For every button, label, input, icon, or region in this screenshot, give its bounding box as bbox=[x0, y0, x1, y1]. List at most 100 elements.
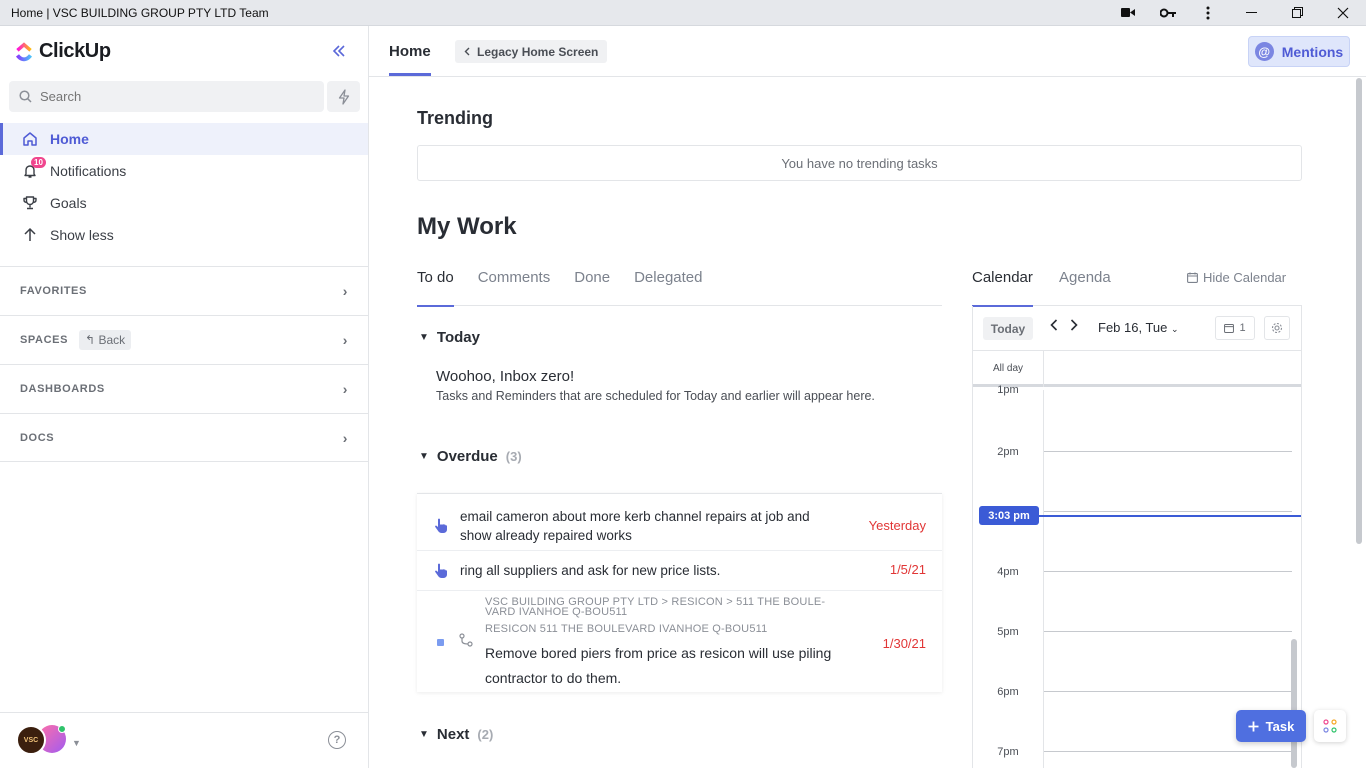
sidebar-section-docs[interactable]: DOCS › bbox=[0, 413, 368, 462]
apps-grid-icon bbox=[1323, 719, 1337, 733]
group-overdue-header[interactable]: ▼ Overdue (3) bbox=[419, 448, 522, 465]
new-task-label: Task bbox=[1265, 718, 1295, 734]
calendar-scrollbar[interactable] bbox=[1291, 639, 1297, 768]
main-scrollbar[interactable] bbox=[1356, 78, 1362, 544]
lightning-icon bbox=[338, 88, 349, 105]
task-due-date[interactable]: 1/5/21 bbox=[890, 562, 926, 577]
subtask-branch-icon bbox=[459, 633, 473, 652]
caret-down-icon: ▼ bbox=[419, 729, 429, 740]
hour-label: 5pm bbox=[997, 626, 1019, 638]
more-vertical-icon[interactable] bbox=[1188, 0, 1228, 26]
task-row[interactable]: ring all suppliers and ask for new price… bbox=[417, 550, 942, 590]
task-status-square[interactable] bbox=[437, 639, 444, 646]
overdue-task-list: email cameron about more kerb channel re… bbox=[417, 493, 942, 692]
top-bar: Home Legacy Home Screen @ Mentions bbox=[369, 26, 1366, 77]
caret-down-icon[interactable]: ▼ bbox=[72, 738, 81, 748]
tab-to-do[interactable]: To do bbox=[417, 269, 454, 307]
avatar-text: VSC bbox=[23, 736, 39, 744]
section-label: DOCS bbox=[20, 431, 55, 444]
tab-agenda[interactable]: Agenda bbox=[1059, 269, 1111, 306]
calendar-days-count: 1 bbox=[1239, 322, 1246, 334]
hour-label: 4pm bbox=[997, 566, 1019, 578]
caret-down-icon: ▼ bbox=[419, 451, 429, 462]
clickup-logo-icon bbox=[16, 41, 32, 61]
minimize-button[interactable] bbox=[1228, 0, 1274, 26]
home-tab[interactable]: Home bbox=[389, 43, 431, 60]
hour-label: 1pm bbox=[997, 384, 1019, 396]
key-icon[interactable] bbox=[1148, 0, 1188, 26]
legacy-home-button[interactable]: Legacy Home Screen bbox=[455, 40, 608, 63]
sidebar-section-dashboards[interactable]: DASHBOARDS › bbox=[0, 364, 368, 413]
caret-down-icon: ▼ bbox=[419, 332, 429, 343]
sidebar-section-favorites[interactable]: FAVORITES › bbox=[0, 266, 368, 315]
calendar-panel: Today Feb 16, Tue ⌄ 1 All day 1pm 2pm 4p… bbox=[972, 306, 1302, 768]
group-label: Overdue bbox=[436, 448, 498, 465]
calendar-date-picker[interactable]: Feb 16, Tue ⌄ bbox=[1098, 320, 1179, 335]
calendar-settings-button[interactable] bbox=[1264, 316, 1290, 340]
close-button[interactable] bbox=[1320, 0, 1366, 26]
group-today-header[interactable]: ▼ Today bbox=[419, 329, 480, 346]
all-day-row[interactable]: All day bbox=[973, 351, 1301, 387]
chevron-left-icon[interactable] bbox=[1050, 318, 1058, 334]
sidebar-item-show-less[interactable]: Show less bbox=[0, 219, 368, 251]
task-title-line2: contractor to do them. bbox=[485, 670, 622, 686]
group-count: (3) bbox=[505, 449, 522, 464]
hour-line bbox=[1044, 511, 1292, 512]
task-parent-name[interactable]: RESICON 511 THE BOULEVARD IVANHOE Q-BOU5… bbox=[485, 624, 767, 635]
my-work-title: My Work bbox=[417, 213, 517, 240]
reminder-hand-icon bbox=[434, 563, 448, 582]
trophy-icon bbox=[22, 195, 38, 211]
hide-calendar-button[interactable]: Hide Calendar bbox=[1187, 270, 1286, 285]
sidebar-item-label: Goals bbox=[50, 195, 87, 211]
task-row[interactable]: email cameron about more kerb channel re… bbox=[417, 504, 942, 550]
sidebar-item-notifications[interactable]: 10 Notifications bbox=[0, 155, 368, 187]
back-label: Back bbox=[98, 333, 126, 347]
search-icon bbox=[19, 90, 32, 103]
all-day-label: All day bbox=[992, 363, 1023, 374]
hide-calendar-label: Hide Calendar bbox=[1203, 270, 1287, 285]
new-task-button[interactable]: Task bbox=[1236, 710, 1306, 742]
task-title: ring all suppliers and ask for new price… bbox=[460, 563, 721, 578]
apps-button[interactable] bbox=[1314, 710, 1346, 742]
chevron-right-icon[interactable] bbox=[1070, 318, 1078, 334]
calendar-days-button[interactable]: 1 bbox=[1215, 316, 1255, 340]
calendar-date-label: Feb 16, Tue bbox=[1098, 320, 1168, 335]
hour-line bbox=[1044, 691, 1292, 692]
task-due-date[interactable]: Yesterday bbox=[869, 518, 926, 533]
group-label: Today bbox=[436, 329, 480, 346]
mentions-button[interactable]: @ Mentions bbox=[1248, 36, 1350, 67]
tab-comments[interactable]: Comments bbox=[478, 269, 551, 306]
group-next-header[interactable]: ▼ Next (2) bbox=[419, 726, 493, 743]
spaces-back-button[interactable]: ↰ Back bbox=[79, 330, 132, 350]
chevron-right-icon: › bbox=[342, 429, 348, 446]
trending-empty-box: You have no trending tasks bbox=[417, 145, 1302, 181]
sidebar-item-goals[interactable]: Goals bbox=[0, 187, 368, 219]
quick-action-button[interactable] bbox=[327, 81, 360, 112]
calendar-today-button[interactable]: Today bbox=[983, 317, 1033, 340]
task-row[interactable]: VSC BUILDING GROUP PTY LTD > RESICON > 5… bbox=[417, 590, 942, 693]
clickup-logo[interactable]: ClickUp bbox=[15, 40, 111, 63]
chevron-down-icon: ⌄ bbox=[1171, 324, 1179, 334]
tab-done[interactable]: Done bbox=[574, 269, 610, 306]
current-time-line bbox=[1013, 515, 1301, 517]
hour-line bbox=[1044, 451, 1292, 452]
restore-button[interactable] bbox=[1274, 0, 1320, 26]
task-breadcrumb-line2[interactable]: VARD IVANHOE Q-BOU511 bbox=[485, 607, 627, 618]
section-label: SPACES bbox=[20, 334, 69, 346]
tab-delegated[interactable]: Delegated bbox=[634, 269, 702, 306]
search-box[interactable] bbox=[9, 81, 324, 112]
tab-calendar[interactable]: Calendar bbox=[972, 269, 1033, 307]
search-input[interactable] bbox=[40, 89, 300, 104]
help-icon[interactable]: ? bbox=[328, 731, 346, 749]
sidebar-section-spaces[interactable]: SPACES ↰ Back › bbox=[0, 315, 368, 364]
workspace-avatar[interactable]: VSC bbox=[16, 725, 46, 755]
task-due-date[interactable]: 1/30/21 bbox=[883, 636, 926, 651]
at-sign-icon: @ bbox=[1254, 42, 1274, 61]
brand-name: ClickUp bbox=[39, 40, 111, 62]
hour-line bbox=[1044, 631, 1292, 632]
collapse-sidebar-icon[interactable] bbox=[332, 41, 346, 62]
video-icon[interactable] bbox=[1108, 0, 1148, 26]
sidebar-item-home[interactable]: Home bbox=[0, 123, 368, 155]
home-tab-indicator bbox=[389, 73, 431, 76]
hour-label: 2pm bbox=[997, 446, 1019, 458]
